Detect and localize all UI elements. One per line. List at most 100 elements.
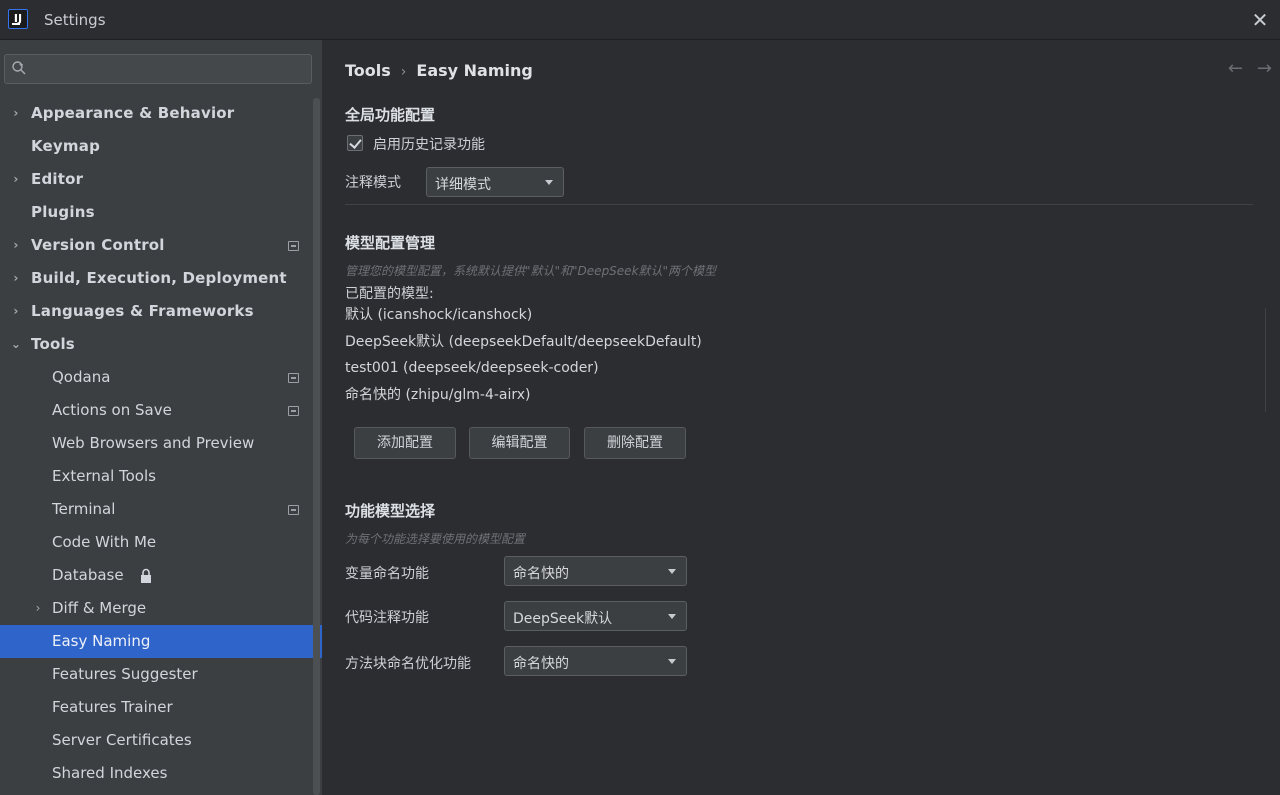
sidebar-item-build-execution-deployment[interactable]: › Build, Execution, Deployment: [0, 262, 322, 295]
sidebar-scrollbar[interactable]: [313, 98, 320, 795]
sidebar-item-editor[interactable]: › Editor: [0, 163, 322, 196]
back-arrow-icon[interactable]: ←: [1228, 58, 1243, 79]
settings-sidebar: › Appearance & Behavior Keymap › Editor Plugi…: [0, 40, 322, 795]
chevron-right-icon[interactable]: ›: [32, 592, 44, 625]
sidebar-item-diff-merge[interactable]: › Diff & Merge: [0, 592, 322, 625]
comment-mode-dropdown[interactable]: 详细模式: [426, 167, 564, 197]
feature-model-hint: 为每个功能选择要使用的模型配置: [345, 532, 526, 546]
settings-tree: › Appearance & Behavior Keymap › Editor Plugi…: [0, 97, 322, 790]
model-list-item[interactable]: 命名快的 (zhipu/glm-4-airx): [345, 382, 1265, 409]
close-icon[interactable]: ✕: [1246, 6, 1274, 34]
sidebar-item-label: Version Control: [31, 236, 165, 254]
history-checkbox[interactable]: [347, 135, 363, 151]
settings-search[interactable]: [4, 54, 312, 84]
model-list-item[interactable]: DeepSeek默认 (deepseekDefault/deepseekDefa…: [345, 329, 1265, 356]
lock-icon: [141, 568, 151, 583]
code-comment-label: 代码注释功能: [345, 610, 429, 626]
sidebar-item-label: Qodana: [52, 368, 111, 386]
sidebar-item-label: Code With Me: [52, 533, 157, 551]
variable-naming-value: 命名快的: [513, 566, 569, 582]
breadcrumb-parent[interactable]: Tools: [345, 61, 391, 80]
forward-arrow-icon[interactable]: →: [1257, 58, 1272, 79]
chevron-right-icon[interactable]: ›: [10, 97, 22, 130]
sidebar-item-label: Terminal: [52, 500, 116, 518]
project-settings-icon: [288, 505, 299, 515]
chevron-down-icon: [545, 180, 553, 185]
sidebar-item-label: Actions on Save: [52, 401, 172, 419]
title-bar: IJ Settings ✕: [0, 0, 1280, 40]
chevron-right-icon[interactable]: ›: [10, 163, 22, 196]
sidebar-item-label: Features Suggester: [52, 665, 198, 683]
sidebar-item-label: Shared Indexes: [52, 764, 168, 782]
sidebar-item-label: Editor: [31, 170, 84, 188]
window-title: Settings: [44, 11, 106, 29]
chevron-down-icon: [668, 659, 676, 664]
project-settings-icon: [288, 406, 299, 416]
intellij-logo-icon: IJ: [8, 9, 28, 29]
sidebar-item-external-tools[interactable]: External Tools: [0, 460, 322, 493]
sidebar-item-version-control[interactable]: › Version Control: [0, 229, 322, 262]
sidebar-item-tools[interactable]: ⌄ Tools: [0, 328, 322, 361]
edit-config-button[interactable]: 编辑配置: [469, 427, 570, 459]
sidebar-item-actions-on-save[interactable]: Actions on Save: [0, 394, 322, 427]
sidebar-item-easy-naming[interactable]: Easy Naming: [0, 625, 322, 658]
variable-naming-label: 变量命名功能: [345, 566, 429, 582]
sidebar-item-web-browsers-and-preview[interactable]: Web Browsers and Preview: [0, 427, 322, 460]
feature-model-title: 功能模型选择: [345, 502, 436, 520]
sidebar-item-label: Database: [52, 566, 124, 584]
project-settings-icon: [288, 241, 299, 251]
sidebar-item-label: Tools: [31, 335, 75, 353]
section-divider: [345, 204, 1253, 205]
sidebar-item-keymap[interactable]: Keymap: [0, 130, 322, 163]
nav-arrows: ← →: [1214, 58, 1272, 79]
model-list-item[interactable]: 默认 (icanshock/icanshock): [345, 302, 1265, 329]
sidebar-item-features-suggester[interactable]: Features Suggester: [0, 658, 322, 691]
code-comment-value: DeepSeek默认: [513, 611, 613, 627]
variable-naming-dropdown[interactable]: 命名快的: [504, 556, 687, 586]
breadcrumb-current: Easy Naming: [416, 61, 533, 80]
sidebar-item-code-with-me[interactable]: Code With Me: [0, 526, 322, 559]
delete-config-button[interactable]: 删除配置: [584, 427, 686, 459]
breadcrumb: Tools › Easy Naming: [345, 61, 533, 80]
sidebar-item-label: Keymap: [31, 137, 101, 155]
chevron-right-icon[interactable]: ›: [10, 229, 22, 262]
sidebar-item-terminal[interactable]: Terminal: [0, 493, 322, 526]
sidebar-item-label: Languages & Frameworks: [31, 302, 254, 320]
sidebar-item-label: Appearance & Behavior: [31, 104, 235, 122]
method-naming-value: 命名快的: [513, 656, 569, 672]
breadcrumb-separator: ›: [400, 64, 407, 80]
sidebar-item-features-trainer[interactable]: Features Trainer: [0, 691, 322, 724]
chevron-right-icon[interactable]: ›: [10, 262, 22, 295]
chevron-right-icon[interactable]: ›: [10, 295, 22, 328]
code-comment-dropdown[interactable]: DeepSeek默认: [504, 601, 687, 631]
add-config-button[interactable]: 添加配置: [354, 427, 456, 459]
search-input[interactable]: [37, 57, 307, 81]
model-config-title: 模型配置管理: [345, 234, 436, 252]
model-config-hint: 管理您的模型配置，系统默认提供"默认"和"DeepSeek默认"两个模型: [345, 264, 717, 278]
chevron-down-icon[interactable]: ⌄: [10, 328, 22, 361]
sidebar-item-server-certificates[interactable]: Server Certificates: [0, 724, 322, 757]
chevron-down-icon: [668, 614, 676, 619]
sidebar-item-database[interactable]: Database: [0, 559, 322, 592]
sidebar-item-label: Plugins: [31, 203, 95, 221]
settings-content: Tools › Easy Naming ← → 全局功能配置 启用历史记录功能 注释模…: [322, 40, 1280, 795]
sidebar-item-label: Features Trainer: [52, 698, 173, 716]
sidebar-item-languages-frameworks[interactable]: › Languages & Frameworks: [0, 295, 322, 328]
project-settings-icon: [288, 373, 299, 383]
history-checkbox-label[interactable]: 启用历史记录功能: [373, 134, 485, 154]
model-list-item[interactable]: test001 (deepseek/deepseek-coder): [345, 355, 1265, 382]
sidebar-item-qodana[interactable]: Qodana: [0, 361, 322, 394]
model-list[interactable]: 默认 (icanshock/icanshock) DeepSeek默认 (deep…: [345, 302, 1265, 408]
chevron-down-icon: [668, 569, 676, 574]
method-naming-label: 方法块命名优化功能: [345, 656, 471, 672]
method-naming-dropdown[interactable]: 命名快的: [504, 646, 687, 676]
sidebar-item-shared-indexes[interactable]: Shared Indexes: [0, 757, 322, 790]
model-list-scrollbar: [1265, 308, 1266, 412]
sidebar-item-label: Web Browsers and Preview: [52, 434, 255, 452]
comment-mode-value: 详细模式: [435, 177, 491, 193]
comment-mode-label: 注释模式: [345, 175, 401, 191]
global-config-title: 全局功能配置: [345, 106, 436, 124]
sidebar-item-label: Build, Execution, Deployment: [31, 269, 287, 287]
sidebar-item-appearance-behavior[interactable]: › Appearance & Behavior: [0, 97, 322, 130]
sidebar-item-plugins[interactable]: Plugins: [0, 196, 322, 229]
